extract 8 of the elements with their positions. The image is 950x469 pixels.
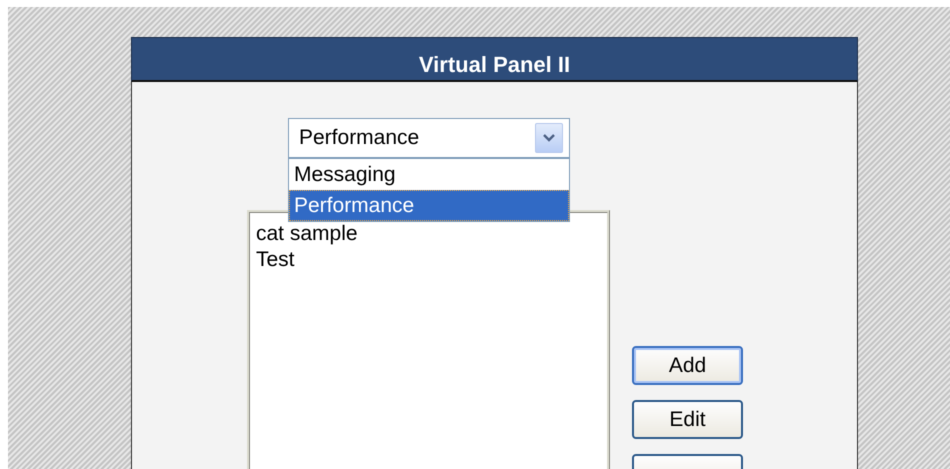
list-item[interactable]: Test: [256, 247, 601, 273]
chevron-down-icon: [535, 123, 563, 153]
action-button[interactable]: Add: [632, 346, 743, 385]
category-dropdown[interactable]: Performance: [288, 118, 570, 158]
dropdown-option[interactable]: Performance: [289, 190, 569, 221]
action-button[interactable]: Edit: [632, 400, 743, 439]
list-item[interactable]: cat sample: [256, 221, 601, 247]
panel-title: Virtual Panel II: [418, 52, 570, 79]
